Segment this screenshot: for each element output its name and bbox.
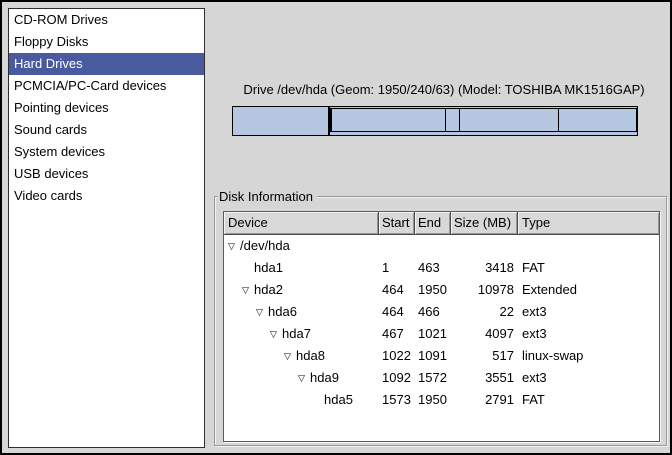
type-cell: Extended <box>518 279 659 301</box>
start-cell: 1092 <box>379 367 415 389</box>
device-name: hda9 <box>310 370 339 385</box>
partition-segment-hda9 <box>460 109 559 131</box>
column-header-device[interactable]: Device <box>224 212 379 235</box>
sidebar-item-pcmcia-pc-card-devices[interactable]: PCMCIA/PC-Card devices <box>9 75 204 97</box>
type-cell: FAT <box>518 389 659 411</box>
device-cell: ▽/dev/hda <box>224 235 379 257</box>
sidebar-item-system-devices[interactable]: System devices <box>9 141 204 163</box>
start-cell: 467 <box>379 323 415 345</box>
device-name: hda5 <box>324 392 353 407</box>
disk-information-label: Disk Information <box>218 189 317 204</box>
end-cell: 1950 <box>415 389 451 411</box>
sidebar-item-video-cards[interactable]: Video cards <box>9 185 204 207</box>
sidebar-item-hard-drives[interactable]: Hard Drives <box>9 53 204 75</box>
device-cell: ▽hda6 <box>224 301 379 323</box>
sidebar-item-cd-rom-drives[interactable]: CD-ROM Drives <box>9 9 204 31</box>
column-header-size-mb[interactable]: Size (MB) <box>451 212 518 235</box>
size-cell: 22 <box>451 301 518 323</box>
device-cell: hda1 <box>224 257 379 279</box>
device-cell: ▽hda8 <box>224 345 379 367</box>
end-cell <box>415 235 451 257</box>
start-cell: 1 <box>379 257 415 279</box>
tree-indent <box>228 381 298 382</box>
type-cell: linux-swap <box>518 345 659 367</box>
column-header-start[interactable]: Start <box>379 212 415 235</box>
end-cell: 463 <box>415 257 451 279</box>
device-cell: ▽hda9 <box>224 367 379 389</box>
start-cell <box>379 235 415 257</box>
drive-heading: Drive /dev/hda (Geom: 1950/240/63) (Mode… <box>222 82 666 98</box>
table-row-hda1[interactable]: hda1 14633418FAT <box>224 257 659 279</box>
device-name: /dev/hda <box>240 238 290 253</box>
type-cell: ext3 <box>518 301 659 323</box>
start-cell: 1022 <box>379 345 415 367</box>
expander-icon[interactable]: ▽ <box>256 301 268 323</box>
sidebar-item-pointing-devices[interactable]: Pointing devices <box>9 97 204 119</box>
expander-icon[interactable]: ▽ <box>270 323 282 345</box>
partition-segment-hda7 <box>332 109 446 131</box>
sidebar-item-sound-cards[interactable]: Sound cards <box>9 119 204 141</box>
size-cell: 3551 <box>451 367 518 389</box>
logical-partition-row <box>330 108 637 132</box>
table-row-hda9[interactable]: ▽hda9109215723551ext3 <box>224 367 659 389</box>
table-row-hda7[interactable]: ▽hda746710214097ext3 <box>224 323 659 345</box>
disk-table-body: ▽/dev/hdahda114633418FAT▽hda246419501097… <box>224 235 659 411</box>
tree-indent <box>228 293 242 294</box>
partition-segment-hda1 <box>233 107 329 135</box>
device-name: hda8 <box>296 348 325 363</box>
table-row-hda6[interactable]: ▽hda646446622ext3 <box>224 301 659 323</box>
end-cell: 1950 <box>415 279 451 301</box>
size-cell <box>451 235 518 257</box>
expander-icon[interactable]: ▽ <box>242 279 254 301</box>
tree-indent <box>228 315 256 316</box>
type-cell: FAT <box>518 257 659 279</box>
end-cell: 466 <box>415 301 451 323</box>
device-name: hda6 <box>268 304 297 319</box>
size-cell: 4097 <box>451 323 518 345</box>
end-cell: 1091 <box>415 345 451 367</box>
tree-indent <box>228 403 312 404</box>
sidebar-device-list: CD-ROM DrivesFloppy DisksHard DrivesPCMC… <box>8 8 205 448</box>
expander-icon[interactable]: ▽ <box>284 345 296 367</box>
partition-segment-hda8 <box>446 109 460 131</box>
table-row-hda2[interactable]: ▽hda2464195010978Extended <box>224 279 659 301</box>
disk-table: DeviceStartEndSize (MB)Type ▽/dev/hdahda… <box>223 211 660 442</box>
end-cell: 1572 <box>415 367 451 389</box>
type-cell: ext3 <box>518 367 659 389</box>
partition-bar <box>232 106 638 136</box>
start-cell: 464 <box>379 279 415 301</box>
table-row-dev-hda[interactable]: ▽/dev/hda <box>224 235 659 257</box>
disk-information-group: Disk Information DeviceStartEndSize (MB)… <box>214 196 667 446</box>
disk-table-header-row: DeviceStartEndSize (MB)Type <box>224 212 659 235</box>
expander-icon[interactable]: ▽ <box>228 235 240 257</box>
tree-indent <box>228 359 284 360</box>
device-cell: ▽hda7 <box>224 323 379 345</box>
device-cell: hda5 <box>224 389 379 411</box>
partition-segment-hda5 <box>559 109 636 131</box>
device-cell: ▽hda2 <box>224 279 379 301</box>
device-name: hda1 <box>254 260 283 275</box>
size-cell: 517 <box>451 345 518 367</box>
column-header-type[interactable]: Type <box>518 212 659 235</box>
sidebar-item-floppy-disks[interactable]: Floppy Disks <box>9 31 204 53</box>
tree-indent <box>228 337 270 338</box>
tree-indent <box>228 271 242 272</box>
type-cell: ext3 <box>518 323 659 345</box>
table-row-hda5[interactable]: hda5 157319502791FAT <box>224 389 659 411</box>
start-cell: 1573 <box>379 389 415 411</box>
size-cell: 2791 <box>451 389 518 411</box>
column-header-end[interactable]: End <box>415 212 451 235</box>
expander-icon[interactable]: ▽ <box>298 367 310 389</box>
size-cell: 10978 <box>451 279 518 301</box>
start-cell: 464 <box>379 301 415 323</box>
table-row-hda8[interactable]: ▽hda810221091517linux-swap <box>224 345 659 367</box>
extended-partition-region <box>329 107 637 135</box>
type-cell <box>518 235 659 257</box>
device-name: hda2 <box>254 282 283 297</box>
size-cell: 3418 <box>451 257 518 279</box>
end-cell: 1021 <box>415 323 451 345</box>
hardware-browser-window: CD-ROM DrivesFloppy DisksHard DrivesPCMC… <box>0 0 672 455</box>
device-name: hda7 <box>282 326 311 341</box>
sidebar-item-usb-devices[interactable]: USB devices <box>9 163 204 185</box>
